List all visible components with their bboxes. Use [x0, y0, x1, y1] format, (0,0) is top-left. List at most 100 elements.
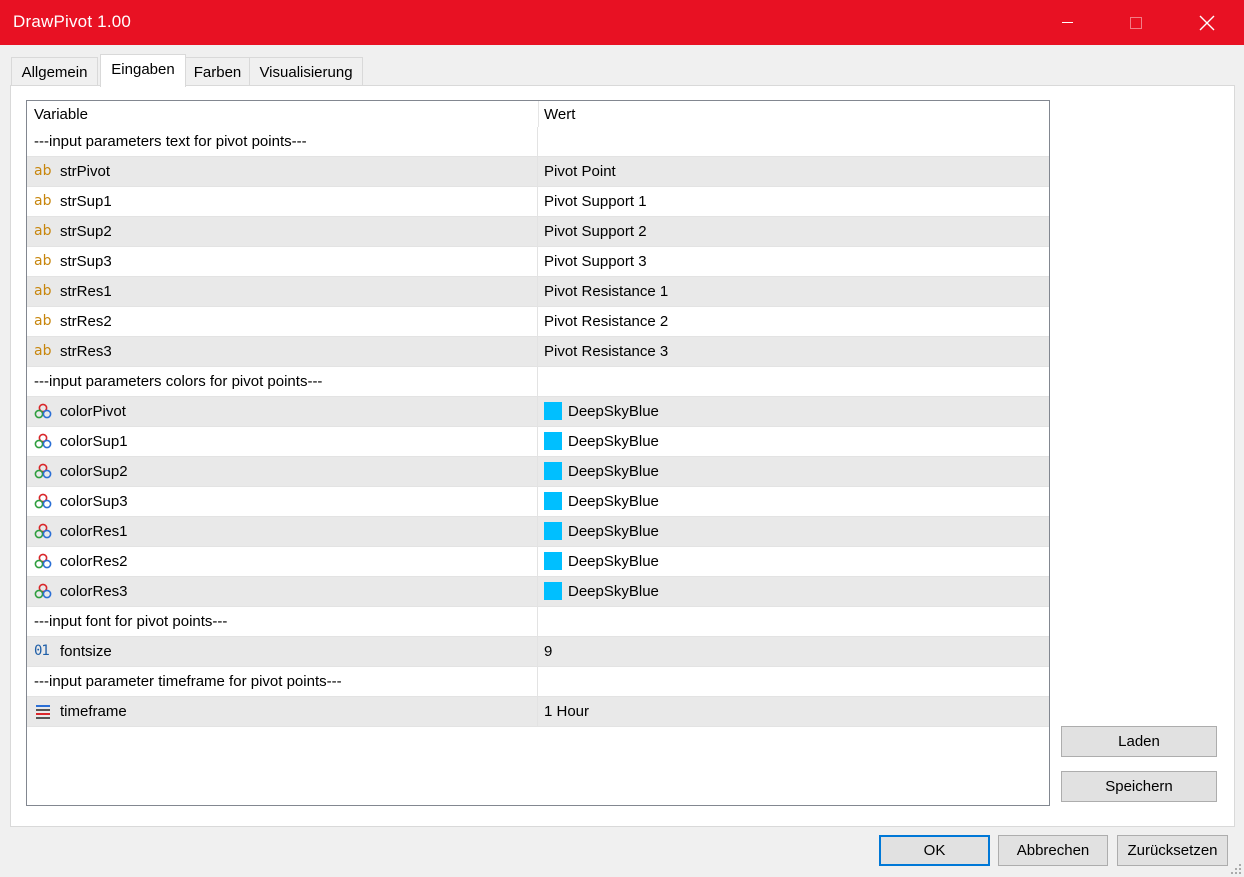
- variable-value: DeepSkyBlue: [568, 583, 659, 600]
- color-type-icon: [34, 463, 52, 480]
- section-row[interactable]: ---input parameters text for pivot point…: [27, 127, 1049, 157]
- variable-cell: ab strPivot: [27, 157, 538, 186]
- variable-value: 9: [544, 643, 553, 660]
- color-type-icon: [34, 583, 52, 600]
- parameter-row[interactable]: 01 fontsize 9: [27, 637, 1049, 667]
- value-cell[interactable]: 1 Hour: [539, 697, 1049, 726]
- value-cell[interactable]: Pivot Resistance 3: [539, 337, 1049, 366]
- parameter-row[interactable]: ab strRes2 Pivot Resistance 2: [27, 307, 1049, 337]
- tab-allgemein[interactable]: Allgemein: [11, 57, 98, 86]
- column-header-variable[interactable]: Variable: [34, 106, 88, 123]
- resize-grip-icon[interactable]: [1231, 864, 1241, 874]
- column-header-value[interactable]: Wert: [544, 106, 575, 123]
- variable-cell: colorRes2: [27, 547, 538, 576]
- value-cell[interactable]: Pivot Support 3: [539, 247, 1049, 276]
- color-swatch[interactable]: [544, 582, 562, 600]
- value-cell[interactable]: Pivot Support 2: [539, 217, 1049, 246]
- minimize-icon: [1061, 22, 1073, 23]
- save-button[interactable]: Speichern: [1061, 771, 1217, 802]
- color-swatch[interactable]: [544, 432, 562, 450]
- value-cell[interactable]: DeepSkyBlue: [539, 577, 1049, 606]
- color-type-icon: [34, 403, 52, 420]
- value-cell[interactable]: Pivot Support 1: [539, 187, 1049, 216]
- parameter-row[interactable]: colorRes1 DeepSkyBlue: [27, 517, 1049, 547]
- variable-value: DeepSkyBlue: [568, 433, 659, 450]
- parameter-row[interactable]: ab strSup3 Pivot Support 3: [27, 247, 1049, 277]
- parameter-row[interactable]: ab strPivot Pivot Point: [27, 157, 1049, 187]
- value-cell[interactable]: Pivot Resistance 2: [539, 307, 1049, 336]
- value-cell[interactable]: DeepSkyBlue: [539, 547, 1049, 576]
- variable-cell: colorSup2: [27, 457, 538, 486]
- variable-cell: ab strSup2: [27, 217, 538, 246]
- variable-cell: ---input parameter timeframe for pivot p…: [27, 667, 538, 696]
- parameter-row[interactable]: ab strRes1 Pivot Resistance 1: [27, 277, 1049, 307]
- load-button[interactable]: Laden: [1061, 726, 1217, 757]
- close-button[interactable]: [1184, 0, 1230, 45]
- maximize-button[interactable]: [1113, 0, 1159, 45]
- string-type-icon: ab: [34, 253, 52, 269]
- variable-cell: ---input parameters text for pivot point…: [27, 127, 538, 156]
- parameter-row[interactable]: timeframe 1 Hour: [27, 697, 1049, 727]
- minimize-button[interactable]: [1044, 0, 1090, 45]
- color-swatch[interactable]: [544, 462, 562, 480]
- variable-value: Pivot Resistance 1: [544, 283, 669, 300]
- value-cell[interactable]: DeepSkyBlue: [539, 457, 1049, 486]
- variable-name: timeframe: [60, 703, 127, 720]
- color-swatch[interactable]: [544, 492, 562, 510]
- tab-farben[interactable]: Farben: [185, 57, 250, 86]
- value-cell[interactable]: Pivot Point: [539, 157, 1049, 186]
- value-cell: [539, 127, 1049, 156]
- value-cell[interactable]: Pivot Resistance 1: [539, 277, 1049, 306]
- parameter-row[interactable]: colorSup3 DeepSkyBlue: [27, 487, 1049, 517]
- variable-name: strRes3: [60, 343, 112, 360]
- color-swatch[interactable]: [544, 522, 562, 540]
- parameter-row[interactable]: ab strSup2 Pivot Support 2: [27, 217, 1049, 247]
- variable-value: DeepSkyBlue: [568, 553, 659, 570]
- variable-cell: colorSup1: [27, 427, 538, 456]
- column-divider[interactable]: [538, 101, 539, 127]
- parameter-row[interactable]: colorRes3 DeepSkyBlue: [27, 577, 1049, 607]
- variable-cell: ab strRes2: [27, 307, 538, 336]
- parameter-row[interactable]: colorRes2 DeepSkyBlue: [27, 547, 1049, 577]
- value-cell[interactable]: 9: [539, 637, 1049, 666]
- parameter-row[interactable]: colorSup1 DeepSkyBlue: [27, 427, 1049, 457]
- title-bar[interactable]: DrawPivot 1.00: [0, 0, 1244, 45]
- variable-cell: colorRes1: [27, 517, 538, 546]
- section-label: ---input parameters text for pivot point…: [34, 133, 307, 150]
- tab-visualisierung[interactable]: Visualisierung: [249, 57, 363, 86]
- cancel-button[interactable]: Abbrechen: [998, 835, 1108, 866]
- window-title: DrawPivot 1.00: [13, 12, 132, 31]
- color-swatch[interactable]: [544, 402, 562, 420]
- section-row[interactable]: ---input parameters colors for pivot poi…: [27, 367, 1049, 397]
- reset-button[interactable]: Zurücksetzen: [1117, 835, 1228, 866]
- parameter-row[interactable]: colorPivot DeepSkyBlue: [27, 397, 1049, 427]
- parameter-row[interactable]: ab strRes3 Pivot Resistance 3: [27, 337, 1049, 367]
- string-type-icon: ab: [34, 223, 52, 239]
- variable-value: Pivot Support 1: [544, 193, 647, 210]
- value-cell[interactable]: DeepSkyBlue: [539, 427, 1049, 456]
- color-type-icon: [34, 493, 52, 510]
- variable-name: colorRes2: [60, 553, 128, 570]
- variable-cell: ---input font for pivot points---: [27, 607, 538, 636]
- value-cell[interactable]: DeepSkyBlue: [539, 397, 1049, 426]
- tab-eingaben[interactable]: Eingaben: [100, 54, 186, 87]
- variable-name: fontsize: [60, 643, 112, 660]
- value-cell[interactable]: DeepSkyBlue: [539, 487, 1049, 516]
- variable-value: Pivot Support 3: [544, 253, 647, 270]
- parameter-grid[interactable]: Variable Wert ---input parameters text f…: [26, 100, 1050, 806]
- string-type-icon: ab: [34, 343, 52, 359]
- parameter-row[interactable]: colorSup2 DeepSkyBlue: [27, 457, 1049, 487]
- variable-value: 1 Hour: [544, 703, 590, 720]
- value-cell[interactable]: DeepSkyBlue: [539, 517, 1049, 546]
- variable-name: strSup1: [60, 193, 112, 210]
- variable-cell: ---input parameters colors for pivot poi…: [27, 367, 538, 396]
- section-row[interactable]: ---input font for pivot points---: [27, 607, 1049, 637]
- variable-name: colorSup2: [60, 463, 128, 480]
- variable-name: colorPivot: [60, 403, 126, 420]
- string-type-icon: ab: [34, 313, 52, 329]
- close-icon: [1199, 15, 1215, 30]
- color-swatch[interactable]: [544, 552, 562, 570]
- parameter-row[interactable]: ab strSup1 Pivot Support 1: [27, 187, 1049, 217]
- ok-button[interactable]: OK: [879, 835, 990, 866]
- section-row[interactable]: ---input parameter timeframe for pivot p…: [27, 667, 1049, 697]
